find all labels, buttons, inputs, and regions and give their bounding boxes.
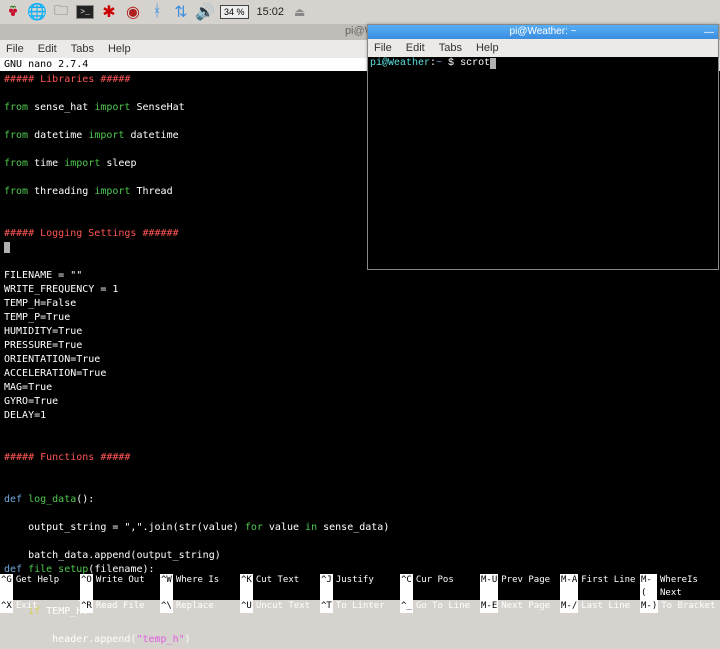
menu-edit[interactable]: Edit	[406, 42, 425, 54]
command-input: scrot	[460, 58, 490, 69]
terminal-icon[interactable]: >_	[76, 5, 94, 19]
battery-indicator[interactable]: 34 %	[220, 5, 249, 19]
nano-help-item: ^OWrite Out	[80, 574, 160, 600]
second-window-titlebar[interactable]: pi@Weather: ~ —	[368, 25, 718, 39]
second-menubar: File Edit Tabs Help	[368, 39, 718, 57]
file-manager-icon[interactable]: 🗀	[52, 3, 70, 21]
nano-help-item: M-(WhereIs Next	[640, 574, 720, 600]
nano-version: GNU nano 2.7.4	[4, 58, 88, 71]
var: WRITE_FREQUENCY = 1	[4, 284, 118, 295]
var: ORIENTATION=True	[4, 354, 100, 365]
nano-help-item: ^XExit	[0, 600, 80, 613]
cursor	[4, 242, 10, 253]
nano-help-bar: ^GGet Help^OWrite Out^WWhere Is^KCut Tex…	[0, 574, 720, 600]
kw: from	[4, 130, 28, 141]
comment-logging: ##### Logging Settings ######	[4, 228, 179, 239]
var: PRESSURE=True	[4, 340, 82, 351]
menu-help[interactable]: Help	[476, 42, 499, 54]
kw: from	[4, 158, 28, 169]
kw: import	[64, 158, 100, 169]
menu-edit[interactable]: Edit	[38, 43, 57, 55]
menu-tabs[interactable]: Tabs	[71, 43, 94, 55]
close-icon[interactable]: —	[704, 26, 714, 40]
txt: sense_hat	[28, 102, 94, 113]
browser-icon[interactable]: 🌐	[28, 3, 46, 21]
raspberry-menu-icon[interactable]	[4, 3, 22, 21]
var: FILENAME = ""	[4, 270, 82, 281]
var: ACCELERATION=True	[4, 368, 106, 379]
var: HUMIDITY=True	[4, 326, 82, 337]
nano-help-item: M-/Last Line	[560, 600, 640, 613]
cursor	[490, 58, 496, 69]
txt: datetime	[124, 130, 178, 141]
nano-help-item: ^\Replace	[160, 600, 240, 613]
kw: import	[88, 130, 124, 141]
txt: batch_data.append(output_string)	[4, 550, 221, 561]
kw: import	[94, 186, 130, 197]
kw: def	[4, 494, 22, 505]
nano-help-item: ^JJustify	[320, 574, 400, 600]
nano-help-item: ^CCur Pos	[400, 574, 480, 600]
kw: from	[4, 186, 28, 197]
menu-help[interactable]: Help	[108, 43, 131, 55]
prompt-user: pi@Weather	[370, 58, 430, 69]
var: MAG=True	[4, 382, 52, 393]
var: GYRO=True	[4, 396, 58, 407]
volume-icon[interactable]: 🔊	[196, 3, 214, 21]
nano-help-item: ^RRead File	[80, 600, 160, 613]
str: "temp_h"	[136, 634, 184, 645]
var: TEMP_H=False	[4, 298, 76, 309]
nano-help-item: M-UPrev Page	[480, 574, 560, 600]
second-window-title: pi@Weather: ~	[510, 26, 577, 37]
mathematica-icon[interactable]: ✱	[100, 3, 118, 21]
eject-icon[interactable]: ⏏	[294, 5, 305, 19]
txt: sense_data)	[317, 522, 389, 533]
txt: Thread	[130, 186, 172, 197]
nano-help-item: ^KCut Text	[240, 574, 320, 600]
txt: time	[28, 158, 64, 169]
nano-help-item: ^_Go To Line	[400, 600, 480, 613]
nano-help-item: ^UUncut Text	[240, 600, 320, 613]
nano-help-item: ^TTo Linter	[320, 600, 400, 613]
kw: in	[305, 522, 317, 533]
second-terminal-body[interactable]: pi@Weather:~ $ scrot	[368, 57, 718, 269]
bluetooth-icon[interactable]: ᚼ	[148, 3, 166, 21]
taskbar: 🌐 🗀 >_ ✱ ◉ ᚼ ⇅ 🔊 34 % 15:02 ⏏	[0, 0, 720, 24]
txt: threading	[28, 186, 94, 197]
menu-file[interactable]: File	[374, 42, 392, 54]
comment-functions: ##### Functions #####	[4, 452, 130, 463]
fn: log_data	[22, 494, 76, 505]
nano-help-item: ^GGet Help	[0, 574, 80, 600]
var: DELAY=1	[4, 410, 46, 421]
second-terminal-window: pi@Weather: ~ — File Edit Tabs Help pi@W…	[367, 24, 719, 270]
menu-file[interactable]: File	[6, 43, 24, 55]
menu-tabs[interactable]: Tabs	[439, 42, 462, 54]
prompt-dollar: $	[442, 58, 460, 69]
txt: value	[263, 522, 305, 533]
wifi-icon[interactable]: ⇅	[172, 3, 190, 21]
nano-help-item: M-)To Bracket	[640, 600, 720, 613]
txt: sleep	[100, 158, 136, 169]
clock[interactable]: 15:02	[257, 6, 285, 18]
nano-help-item: ^WWhere Is	[160, 574, 240, 600]
var: TEMP_P=True	[4, 312, 70, 323]
txt: output_string = ",".join(str(value)	[4, 522, 245, 533]
txt: )	[185, 634, 191, 645]
txt: SenseHat	[130, 102, 184, 113]
nano-help-item: M-AFirst Line	[560, 574, 640, 600]
txt: datetime	[28, 130, 88, 141]
txt: ():	[76, 494, 94, 505]
txt: header.append(	[4, 634, 136, 645]
wolfram-icon[interactable]: ◉	[124, 3, 142, 21]
nano-help-item: M-ENext Page	[480, 600, 560, 613]
kw: for	[245, 522, 263, 533]
kw: from	[4, 102, 28, 113]
kw: import	[94, 102, 130, 113]
comment-libraries: ##### Libraries #####	[4, 74, 130, 85]
